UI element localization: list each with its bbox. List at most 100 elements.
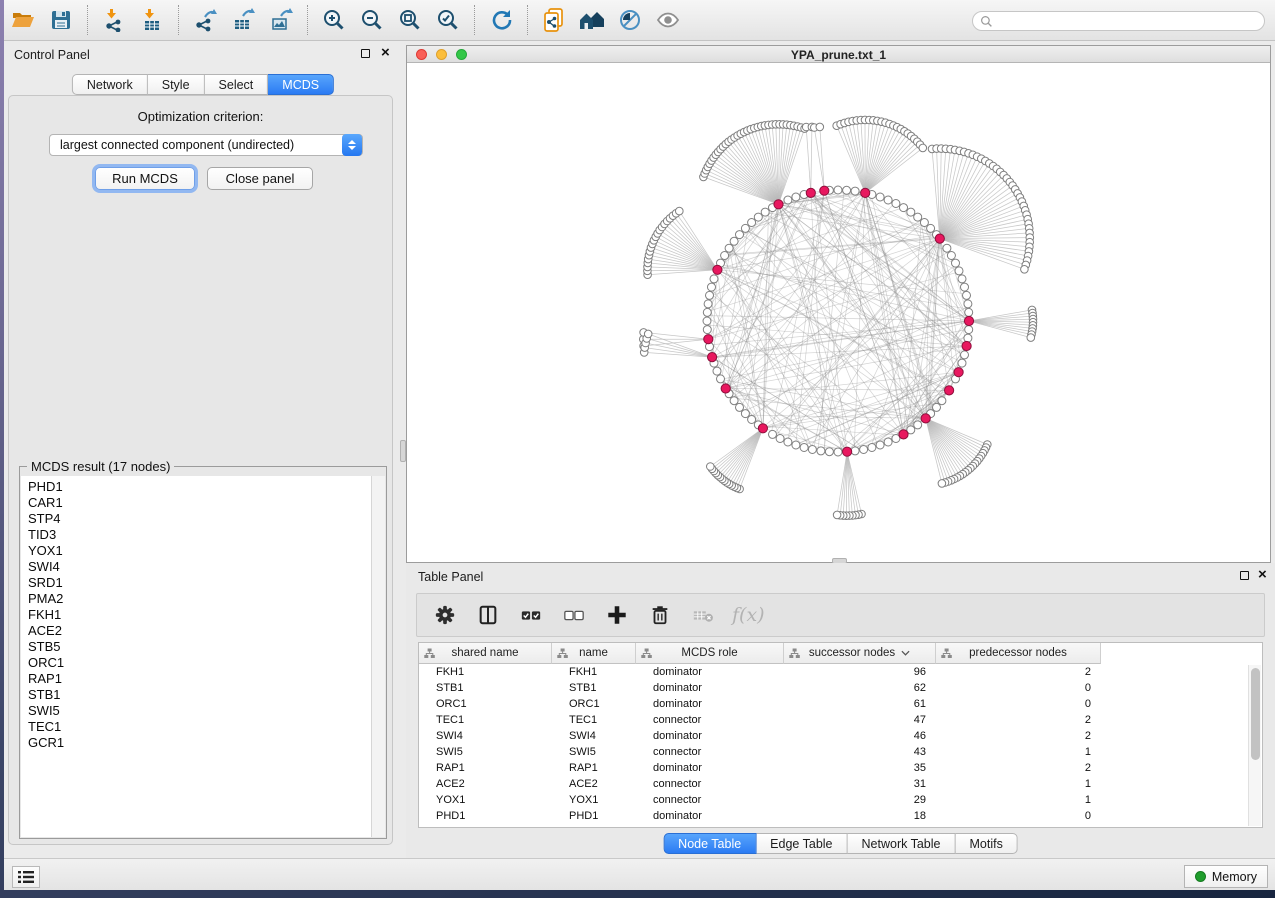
close-panel-icon[interactable]: × [381,44,390,62]
ring-node[interactable] [900,204,908,212]
mcds-result-item[interactable]: TID3 [28,527,371,543]
tab-edge-table[interactable]: Edge Table [756,833,847,854]
mcds-hub-node[interactable] [964,316,973,325]
new-network-from-selection-button[interactable] [535,3,573,37]
mcds-result-item[interactable]: PMA2 [28,591,371,607]
tab-select[interactable]: Select [205,74,269,95]
table-scrollbar-thumb[interactable] [1251,668,1260,760]
criterion-dropdown[interactable]: largest connected component (undirected) [49,134,363,156]
zoom-out-button[interactable] [353,3,391,37]
cell-successor-nodes[interactable]: 35 [784,760,936,776]
cell-mcds-role[interactable]: dominator [636,760,784,776]
mcds-result-item[interactable]: ACE2 [28,623,371,639]
cell-mcds-role[interactable]: connector [636,792,784,808]
mcds-result-item[interactable]: SRD1 [28,575,371,591]
ring-node[interactable] [825,448,833,456]
ring-node[interactable] [721,252,729,260]
cell-shared-name[interactable]: SWI4 [419,728,552,744]
table-row[interactable]: TEC1TEC1connector472 [419,712,1248,728]
ring-node[interactable] [943,244,951,252]
cell-name[interactable]: PHD1 [552,808,636,824]
hide-selected-button[interactable] [611,3,649,37]
delete-columns-button[interactable] [646,600,674,630]
leaf-node[interactable] [644,330,652,338]
mcds-result-item[interactable]: PHD1 [28,479,371,495]
ring-node[interactable] [761,208,769,216]
cell-predecessor-nodes[interactable]: 0 [936,808,1101,824]
cell-successor-nodes[interactable]: 18 [784,808,936,824]
cell-successor-nodes[interactable]: 31 [784,776,936,792]
ring-node[interactable] [730,397,738,405]
ring-node[interactable] [736,231,744,239]
ring-node[interactable] [710,275,718,283]
table-scrollbar[interactable] [1248,665,1261,826]
cell-shared-name[interactable]: ACE2 [419,776,552,792]
mcds-hub-node[interactable] [758,424,767,433]
cell-successor-nodes[interactable]: 96 [784,664,936,680]
leaf-node[interactable] [1027,334,1035,342]
mcds-hub-node[interactable] [899,430,908,439]
show-columns-button[interactable] [474,600,502,630]
close-panel-button[interactable]: Close panel [207,167,313,190]
ring-node[interactable] [952,259,960,267]
ring-node[interactable] [792,441,800,449]
ring-node[interactable] [914,213,922,221]
cell-shared-name[interactable]: YOX1 [419,792,552,808]
cell-name[interactable]: YOX1 [552,792,636,808]
cell-predecessor-nodes[interactable]: 2 [936,712,1101,728]
mcds-result-item[interactable]: TEC1 [28,719,371,735]
mcds-result-item[interactable]: ORC1 [28,655,371,671]
ring-node[interactable] [776,435,784,443]
cell-predecessor-nodes[interactable]: 0 [936,696,1101,712]
ring-node[interactable] [754,213,762,221]
network-graph[interactable] [407,63,1270,562]
cell-predecessor-nodes[interactable]: 1 [936,792,1101,808]
search-input[interactable] [998,13,1264,29]
ring-node[interactable] [965,326,973,334]
ring-node[interactable] [717,375,725,383]
ring-node[interactable] [965,308,973,316]
leaf-node[interactable] [833,511,841,519]
table-row[interactable]: PHD1PHD1dominator180 [419,808,1248,824]
ring-node[interactable] [800,444,808,452]
cell-mcds-role[interactable]: dominator [636,728,784,744]
ring-node[interactable] [961,283,969,291]
ring-node[interactable] [703,317,711,325]
network-window-titlebar[interactable]: YPA_prune.txt_1 [407,46,1270,63]
ring-node[interactable] [834,448,842,456]
ring-node[interactable] [730,237,738,245]
export-table-button[interactable] [224,3,262,37]
panel-list-button[interactable] [12,866,40,888]
close-table-panel-icon[interactable]: × [1258,566,1267,584]
import-network-button[interactable] [95,3,133,37]
mcds-result-item[interactable]: STB5 [28,639,371,655]
mcds-result-item[interactable]: STP4 [28,511,371,527]
mcds-result-item[interactable]: YOX1 [28,543,371,559]
leaf-node[interactable] [1021,266,1029,274]
ring-node[interactable] [703,326,711,334]
cell-successor-nodes[interactable]: 62 [784,680,936,696]
column-header-name[interactable]: name [552,643,636,664]
graph-nodes[interactable] [640,116,1037,519]
ring-node[interactable] [741,410,749,418]
cell-name[interactable]: ACE2 [552,776,636,792]
mcds-hub-node[interactable] [962,341,971,350]
ring-node[interactable] [713,367,721,375]
ring-node[interactable] [834,186,842,194]
mcds-result-item[interactable]: SWI4 [28,559,371,575]
ring-node[interactable] [817,447,825,455]
ring-node[interactable] [704,300,712,308]
ring-node[interactable] [955,267,963,275]
float-table-panel-icon[interactable] [1240,571,1249,580]
tab-node-table[interactable]: Node Table [663,833,756,854]
column-header-shared-name[interactable]: shared name [419,643,552,664]
cell-shared-name[interactable]: SWI5 [419,744,552,760]
leaf-node[interactable] [707,463,715,471]
mcds-result-item[interactable]: FKH1 [28,607,371,623]
ring-node[interactable] [708,283,716,291]
cell-shared-name[interactable]: FKH1 [419,664,552,680]
ring-node[interactable] [784,438,792,446]
ring-node[interactable] [808,446,816,454]
open-file-button[interactable] [4,3,42,37]
table-row[interactable]: FKH1FKH1dominator962 [419,664,1248,680]
